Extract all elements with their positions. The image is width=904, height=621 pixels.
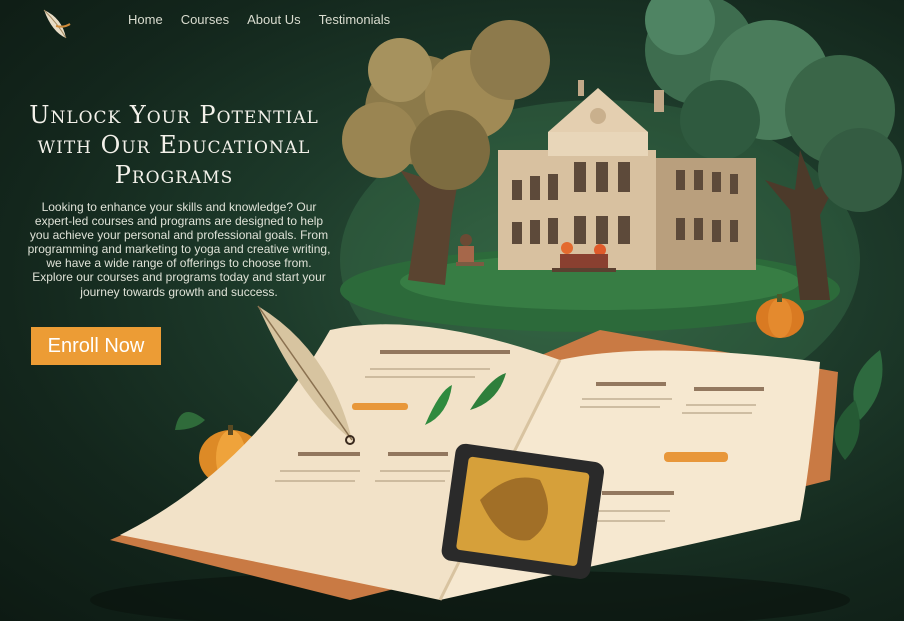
left-tree: [342, 20, 550, 285]
students: [456, 234, 616, 272]
pumpkin-left: [175, 412, 263, 486]
nav-home-link[interactable]: Home: [128, 12, 163, 27]
school-building: [498, 80, 756, 270]
book-right-page: [440, 350, 820, 600]
right-tree: [645, 0, 902, 300]
tablet: [441, 443, 605, 579]
main-nav: Home Courses About Us Testimonials: [128, 12, 390, 27]
book-left-page: [120, 324, 560, 600]
enroll-now-button[interactable]: Enroll Now: [31, 327, 161, 365]
hero-title: Unlock Your Potential with Our Education…: [29, 101, 319, 189]
nav-about-link[interactable]: About Us: [247, 12, 300, 27]
hero-description: Looking to enhance your skills and knowl…: [27, 200, 331, 299]
book-cover: [110, 330, 838, 600]
nav-testimonials-link[interactable]: Testimonials: [319, 12, 391, 27]
hero-illustration: [90, 0, 902, 621]
quill-feather: [257, 305, 355, 445]
pumpkin-right: [756, 294, 804, 338]
feather-logo-icon[interactable]: [34, 4, 74, 44]
nav-courses-link[interactable]: Courses: [181, 12, 229, 27]
